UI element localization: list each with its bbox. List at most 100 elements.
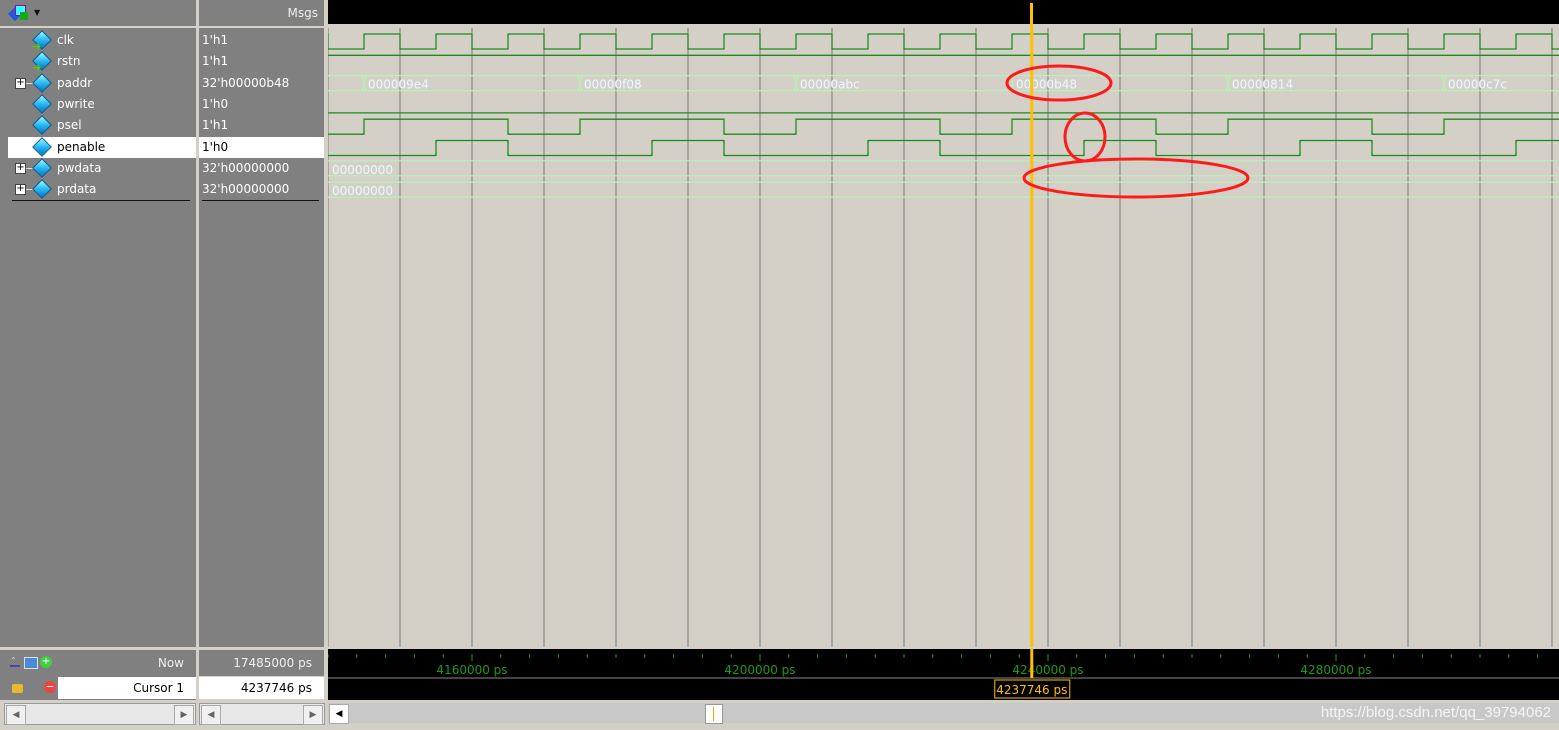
window-icon[interactable] <box>24 657 38 669</box>
wave-header <box>328 0 1559 24</box>
signal-name: prdata <box>57 182 97 197</box>
wave-layout-icon[interactable] <box>7 5 28 22</box>
signal-value-psel[interactable]: 1'h1 <box>199 115 324 136</box>
now-label: Now <box>157 656 184 670</box>
signal-value-prdata[interactable]: 32'h00000000 <box>199 179 324 200</box>
values-scrollbar[interactable]: ◀ ▶ <box>199 703 325 725</box>
scroll-right-icon[interactable]: ▶ <box>174 705 194 725</box>
wrench-icon[interactable]: ⟋ <box>28 679 37 694</box>
watermark: https://blog.csdn.net/qq_39794062 <box>1320 704 1551 721</box>
expand-icon[interactable]: + <box>15 184 26 196</box>
signal-icon <box>32 157 52 178</box>
signal-icon <box>32 72 52 93</box>
now-row-names: ⌃ + Now <box>0 650 196 676</box>
signal-row-pwrite[interactable]: pwrite <box>8 93 196 115</box>
signal-row-clk[interactable]: ➔ clk <box>8 30 196 53</box>
bus-transition <box>1225 75 1231 91</box>
annotation-ellipse <box>1063 111 1107 163</box>
scroll-thumb[interactable] <box>705 704 723 724</box>
timeline-label: 4160000 ps <box>436 663 507 677</box>
cursor-name-field[interactable]: Cursor 1 <box>58 677 196 699</box>
signal-value: 1'h1 <box>202 33 229 47</box>
names-scrollbar[interactable]: ◀ ▶ <box>4 703 196 725</box>
waveform-canvas[interactable]: 000009e4 00000f08 00000abc 00000b48 00000814… <box>328 28 1559 647</box>
add-wave-icon[interactable]: ⌃ <box>10 656 20 667</box>
annotation-ellipse <box>1022 157 1250 199</box>
bus-transition <box>793 75 799 91</box>
signal-value: 1'h0 <box>202 139 229 154</box>
wave-scrollbar[interactable]: ◀ https://blog.csdn.net/qq_39794062 <box>328 703 1559 724</box>
signal-value: 32'h00000000 <box>202 160 290 175</box>
timeline-label: 4200000 ps <box>724 663 795 677</box>
bus-value: 000009e4 <box>368 78 429 92</box>
cursor-line-header <box>1030 3 1034 28</box>
signal-name: pwrite <box>57 96 95 111</box>
signal-icon <box>32 136 52 157</box>
expand-icon[interactable]: + <box>15 77 26 89</box>
timeline-label: 4240000 ps <box>1012 663 1083 677</box>
signal-name: rstn <box>57 54 81 69</box>
signal-value-paddr[interactable]: 32'h00000b48 <box>199 73 324 94</box>
now-value: 17485000 ps <box>233 656 312 670</box>
chevron-down-icon[interactable]: ▼ <box>34 8 40 17</box>
signal-icon <box>32 93 52 114</box>
signal-value-pwdata[interactable]: 32'h00000000 <box>199 158 324 179</box>
signal-icon <box>32 179 52 199</box>
wave-psel <box>328 118 1559 135</box>
bus-transition <box>577 75 583 91</box>
add-cursor-icon[interactable]: + <box>40 656 52 668</box>
scroll-left-icon[interactable]: ◀ <box>329 704 349 724</box>
msgs-label: Msgs <box>287 6 318 20</box>
wave-penable <box>328 139 1559 157</box>
bus-value: 00000000 <box>332 184 393 198</box>
cursor-label: Cursor 1 <box>133 681 184 695</box>
signal-value-clk[interactable]: 1'h1 <box>199 30 324 51</box>
bus-value: 00000814 <box>1232 78 1293 92</box>
signal-row-pwdata[interactable]: + pwdata <box>8 157 196 179</box>
lock-icon[interactable] <box>12 684 23 693</box>
signal-row-rstn[interactable]: ➔ rstn <box>8 51 196 74</box>
delete-cursor-icon[interactable]: − <box>44 681 56 693</box>
expand-icon[interactable]: + <box>15 162 26 174</box>
signal-value: 32'h00000b48 <box>202 75 290 90</box>
signal-name: penable <box>57 139 106 154</box>
signal-row-penable[interactable]: penable <box>8 136 196 158</box>
scroll-left-icon[interactable]: ◀ <box>6 705 26 725</box>
signal-name: clk <box>57 33 74 47</box>
bus-value: 00000abc <box>800 78 860 92</box>
signal-value-pwrite[interactable]: 1'h0 <box>199 94 324 115</box>
signal-value: 1'h1 <box>202 54 229 69</box>
signal-row-prdata[interactable]: + prdata <box>8 179 196 200</box>
signal-value: 32'h00000000 <box>202 182 290 197</box>
bus-value: 00000f08 <box>584 78 642 92</box>
cursor-value: 4237746 ps <box>240 681 312 695</box>
signal-name: psel <box>57 118 82 133</box>
signal-icon <box>32 115 52 136</box>
values-insert-marker <box>202 200 319 201</box>
signal-name: paddr <box>57 75 93 90</box>
scroll-left-icon[interactable]: ◀ <box>201 705 221 725</box>
signal-value: 1'h1 <box>202 118 229 133</box>
names-header: ▼ <box>0 0 196 26</box>
signal-value: 1'h0 <box>202 96 229 111</box>
timeline-bg <box>328 649 1559 700</box>
bus-value: 00000c7c <box>1448 78 1507 92</box>
scroll-right-icon[interactable]: ▶ <box>303 705 323 725</box>
now-row-value: 17485000 ps <box>199 650 324 676</box>
signal-value-penable[interactable]: 1'h0 <box>199 136 324 158</box>
bus-transition <box>361 75 367 91</box>
bus-value: 00000b48 <box>1016 78 1077 92</box>
timeline-label: 4280000 ps <box>1300 663 1371 677</box>
values-header: Msgs <box>199 0 324 26</box>
cursor-time-label: 4237746 ps <box>996 683 1067 697</box>
cursor-row-value: 4237746 ps <box>199 677 324 699</box>
signal-value-rstn[interactable]: 1'h1 <box>199 51 324 72</box>
signal-row-paddr[interactable]: + paddr <box>8 72 196 94</box>
signal-row-psel[interactable]: psel <box>8 115 196 136</box>
names-insert-marker <box>12 200 190 201</box>
bus-value: 00000000 <box>332 163 393 177</box>
wave-clk <box>328 33 1559 50</box>
signal-name: pwdata <box>57 160 102 175</box>
bus-transition <box>1441 75 1447 91</box>
timeline-ruler[interactable]: 4160000 ps 4200000 ps 4240000 ps 4280000 ps… <box>328 649 1559 700</box>
